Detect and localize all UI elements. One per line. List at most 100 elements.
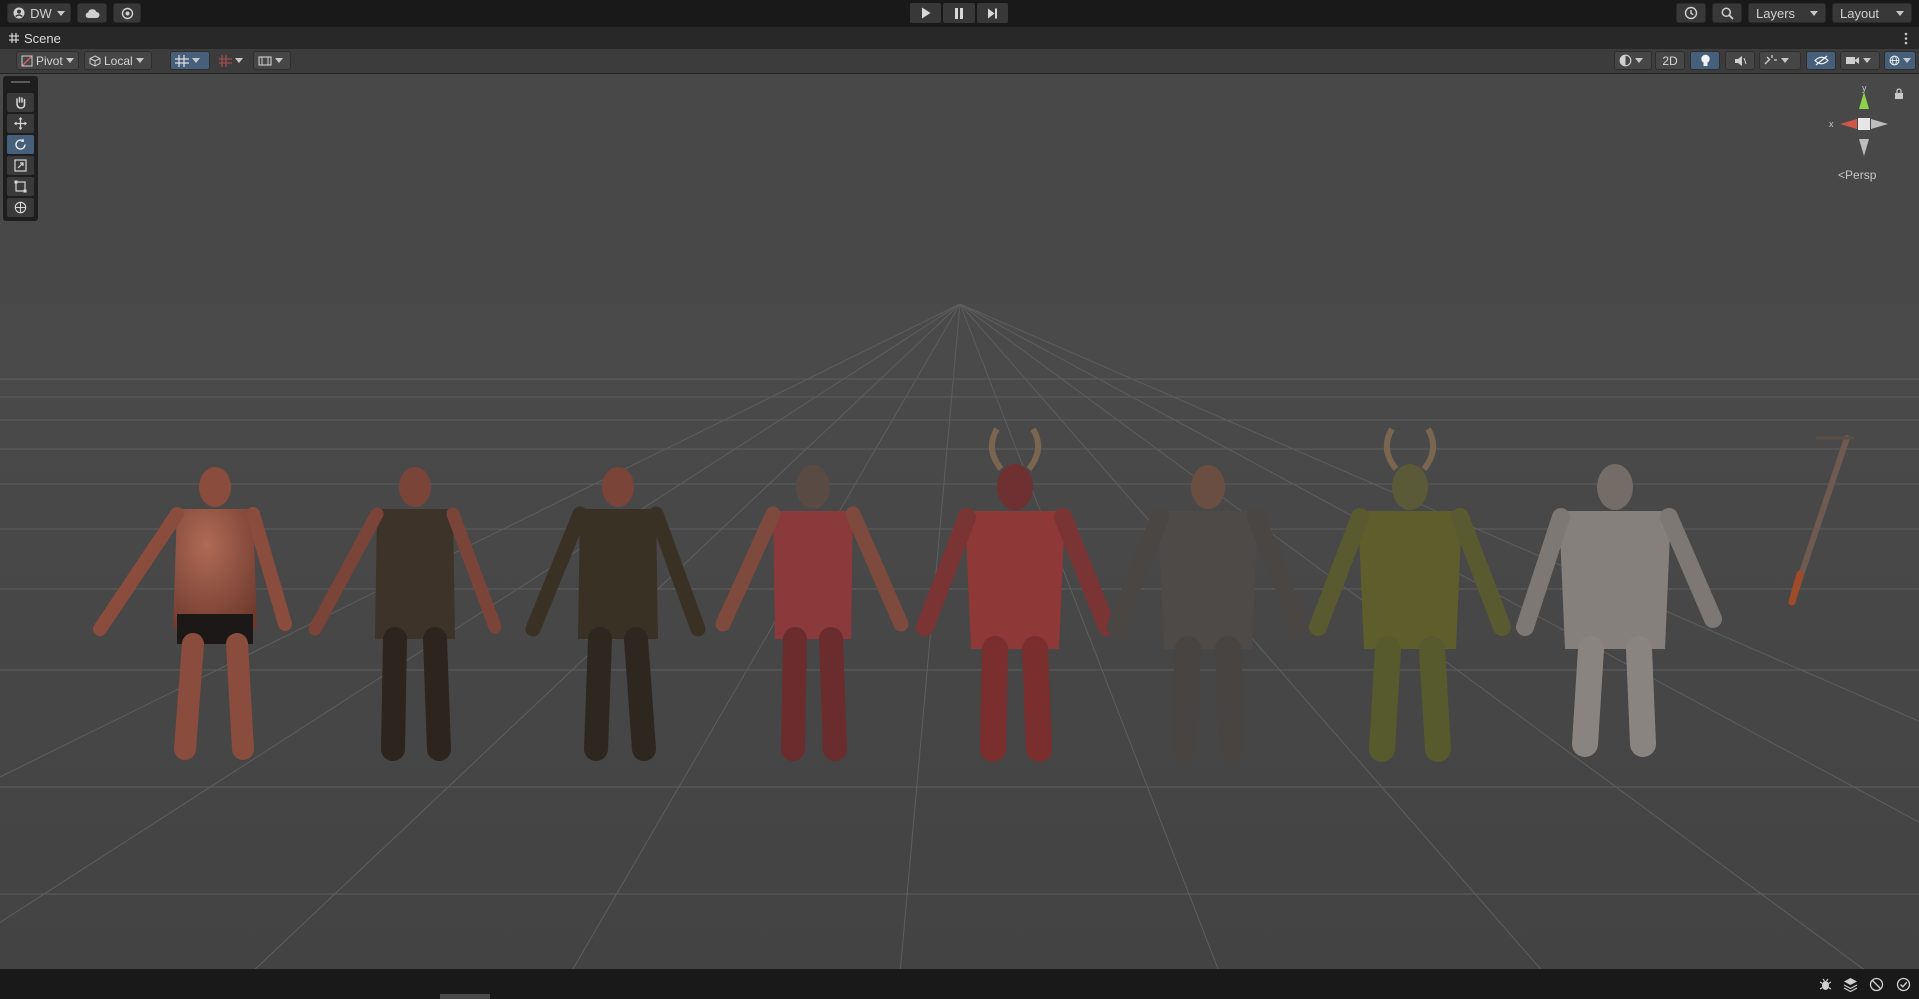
chevron-down-icon [65, 58, 74, 63]
layout-label: Layout [1840, 5, 1880, 21]
gizmo-y-axis[interactable] [1859, 92, 1869, 109]
effects-dropdown[interactable] [1759, 51, 1801, 70]
move-icon [14, 117, 27, 130]
more-options-icon[interactable] [1904, 32, 1908, 45]
layers-stack-icon[interactable] [1843, 977, 1858, 992]
tab-scene[interactable]: Scene [0, 27, 61, 49]
gizmo-x-axis[interactable] [1840, 119, 1857, 129]
check-circle-icon[interactable] [1896, 977, 1911, 992]
chevron-down-icon [1896, 10, 1904, 16]
cloud-button[interactable] [77, 3, 107, 23]
hand-icon [16, 96, 26, 109]
increment-snap-dropdown[interactable] [214, 51, 250, 70]
chevron-down-icon [275, 58, 283, 63]
chevron-down-icon [56, 10, 65, 16]
shading-sphere-icon [1619, 54, 1632, 67]
gizmo-x-label: x [1829, 119, 1834, 129]
step-icon [987, 8, 997, 18]
playback-controls [910, 3, 1008, 23]
audio-icon [1734, 55, 1747, 66]
search-button[interactable] [1712, 3, 1742, 23]
collab-button[interactable] [113, 3, 141, 23]
lighting-toggle[interactable] [1690, 51, 1720, 70]
local-cube-icon [89, 54, 101, 67]
pivot-icon [21, 54, 33, 67]
top-toolbar: DW Layers Layout [0, 0, 1919, 27]
lock-icon[interactable] [1894, 88, 1904, 100]
settings-icon [121, 7, 133, 19]
tab-bar: Scene [0, 27, 1919, 50]
grid-snapping-toggle[interactable] [170, 51, 210, 70]
search-icon [1721, 7, 1734, 20]
rect-tool-button[interactable] [7, 177, 34, 196]
projection-toggle[interactable]: <Persp [1838, 168, 1876, 182]
pivot-label: Pivot [36, 53, 63, 68]
bug-icon[interactable] [1818, 977, 1833, 992]
tab-scene-label: Scene [24, 30, 61, 46]
gizmo-center-cube[interactable] [1858, 118, 1870, 130]
overlay-icon [258, 55, 272, 66]
rotate-icon [15, 138, 26, 150]
status-bar [0, 969, 1919, 999]
step-button[interactable] [976, 3, 1008, 23]
chevron-down-icon [235, 58, 243, 63]
account-label: DW [30, 5, 52, 21]
network-icon[interactable] [1869, 977, 1884, 992]
persp-label: Persp [1845, 168, 1877, 182]
grid-snap-icon [175, 54, 189, 67]
chevron-down-icon [1810, 10, 1818, 16]
camera-dropdown[interactable] [1840, 51, 1880, 70]
snap-grid-icon [219, 54, 232, 67]
layers-dropdown[interactable]: Layers [1748, 3, 1826, 23]
hand-tool-button[interactable] [7, 93, 34, 112]
camera-icon [1846, 57, 1859, 64]
gizmo-neg-y-axis[interactable] [1859, 139, 1869, 156]
history-icon [1684, 6, 1698, 20]
gizmo-globe-icon [1889, 55, 1900, 66]
layout-dropdown[interactable]: Layout [1832, 3, 1912, 23]
move-tool-button[interactable] [7, 114, 34, 133]
play-button[interactable] [910, 3, 942, 23]
scene-toolbar: Pivot Local 2D [0, 49, 1919, 74]
mode-2d-label: 2D [1662, 53, 1678, 68]
account-icon [13, 7, 25, 19]
scale-tool-button[interactable] [7, 156, 34, 175]
play-icon [921, 7, 931, 19]
hidden-eye-icon [1813, 55, 1829, 66]
toggle-2d-button[interactable]: 2D [1655, 51, 1685, 70]
gizmo-neg-x-axis[interactable] [1871, 119, 1888, 129]
undo-history-button[interactable] [1676, 3, 1706, 23]
effects-icon [1764, 55, 1777, 65]
scale-icon [14, 159, 27, 172]
local-label: Local [104, 53, 133, 68]
chevron-down-icon [135, 58, 144, 63]
local-dropdown[interactable]: Local [84, 51, 152, 70]
scene-viewport[interactable] [0, 74, 1919, 969]
audio-toggle[interactable] [1725, 51, 1755, 70]
chevron-down-icon [1635, 58, 1643, 63]
transform-tool-button[interactable] [7, 198, 34, 217]
account-dropdown[interactable]: DW [7, 3, 71, 23]
lightbulb-icon [1700, 54, 1710, 66]
chevron-down-icon [1781, 58, 1789, 63]
viewport-sky [0, 74, 1919, 304]
pause-button[interactable] [943, 3, 975, 23]
layers-label: Layers [1756, 5, 1796, 21]
scene-visibility-toggle[interactable] [1806, 51, 1836, 70]
scene-canvas [0, 74, 1919, 969]
toolbar-overlays-dropdown[interactable] [253, 51, 291, 70]
cloud-icon [85, 8, 100, 18]
scrollbar-thumb[interactable] [440, 994, 490, 999]
chevron-down-icon [192, 58, 200, 63]
gizmo-y-label: y [1862, 84, 1867, 93]
scene-grid-icon [9, 33, 19, 43]
panel-grip[interactable] [11, 81, 30, 83]
chevron-down-icon [1863, 58, 1871, 63]
transform-all-icon [14, 201, 27, 214]
chevron-left-icon: < [1838, 168, 1846, 182]
pivot-dropdown[interactable]: Pivot [16, 51, 79, 70]
rotate-tool-button[interactable] [7, 135, 34, 154]
draw-mode-dropdown[interactable] [1614, 51, 1652, 70]
gizmos-dropdown[interactable] [1884, 51, 1916, 70]
rect-transform-icon [14, 180, 27, 193]
